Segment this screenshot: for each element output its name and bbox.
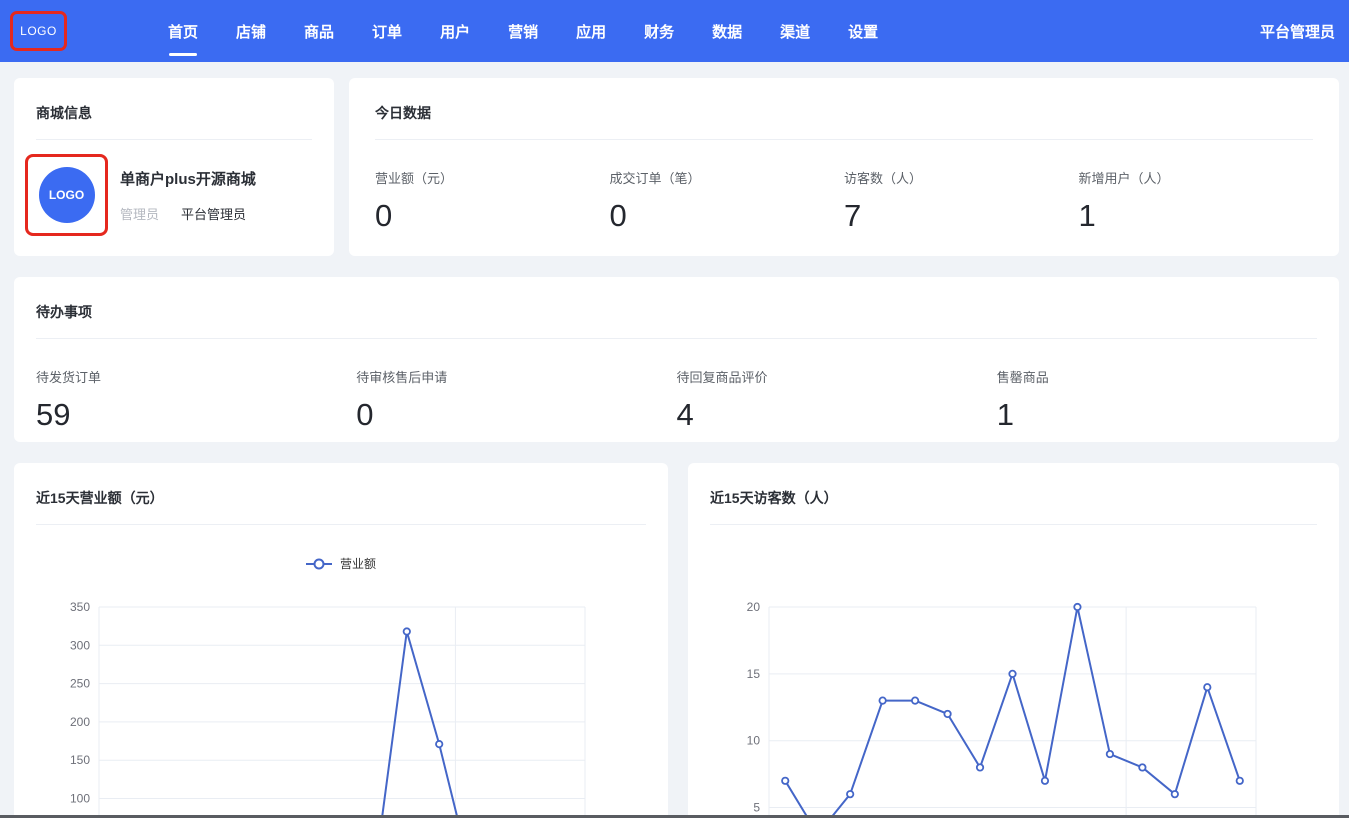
top-navbar: LOGO 首页 店铺 商品 订单 用户 营销 应用 财务 数据 渠道 设置 平台… — [0, 0, 1349, 62]
dashboard-content: 商城信息 LOGO 单商户plus开源商城 管理员 平台管理员 今日数据 — [0, 62, 1349, 818]
stat-pending-reviews: 待回复商品评价 4 — [677, 367, 997, 433]
nav-item-app[interactable]: 应用 — [576, 0, 606, 62]
svg-text:100: 100 — [70, 792, 90, 806]
todo-card: 待办事项 待发货订单 59 待审核售后申请 0 待回复商品评价 4 售罄商品 1 — [14, 277, 1339, 442]
visitors-chart-card: 近15天访客数（人） 20151050 — [688, 463, 1339, 818]
stat-value: 0 — [375, 198, 610, 234]
stat-label: 访客数（人） — [844, 168, 1079, 187]
line-series-icon — [306, 563, 332, 565]
nav-item-home[interactable]: 首页 — [168, 0, 198, 62]
stat-value: 4 — [677, 397, 997, 433]
stat-new-users: 新增用户（人） 1 — [1079, 168, 1314, 234]
svg-text:10: 10 — [747, 734, 761, 748]
stat-label: 售罄商品 — [997, 367, 1317, 386]
shop-logo-avatar[interactable]: LOGO — [39, 167, 95, 223]
revenue-chart-title: 近15天营业额（元） — [14, 463, 668, 524]
revenue-chart-card: 近15天营业额（元） 营业额 350300250200150100500 — [14, 463, 668, 818]
shop-info-title: 商城信息 — [14, 78, 334, 139]
logo-annotation-box: LOGO — [10, 11, 67, 51]
nav-item-finance[interactable]: 财务 — [644, 0, 674, 62]
revenue-line-chart: 350300250200150100500 — [14, 583, 668, 818]
stat-label: 待回复商品评价 — [677, 367, 997, 386]
stat-label: 营业额（元） — [375, 168, 610, 187]
today-data-title: 今日数据 — [349, 78, 1339, 139]
nav-item-marketing[interactable]: 营销 — [508, 0, 538, 62]
stat-value: 1 — [997, 397, 1317, 433]
navbar-logo[interactable]: LOGO — [20, 24, 57, 38]
svg-text:300: 300 — [70, 638, 90, 652]
legend-label: 营业额 — [340, 555, 376, 572]
stat-value: 0 — [610, 198, 845, 234]
stat-pending-shipments: 待发货订单 59 — [36, 367, 356, 433]
divider — [36, 524, 646, 525]
stat-visitors: 访客数（人） 7 — [844, 168, 1079, 234]
stat-value: 1 — [1079, 198, 1314, 234]
today-data-card: 今日数据 营业额（元） 0 成交订单（笔） 0 访客数（人） 7 新增用户（人）… — [349, 78, 1339, 256]
stat-label: 新增用户（人） — [1079, 168, 1314, 187]
divider — [710, 524, 1317, 525]
svg-text:15: 15 — [747, 667, 761, 681]
shop-name: 单商户plus开源商城 — [120, 168, 256, 189]
main-nav: 首页 店铺 商品 订单 用户 营销 应用 财务 数据 渠道 设置 — [168, 0, 878, 62]
stat-orders: 成交订单（笔） 0 — [610, 168, 845, 234]
nav-item-data[interactable]: 数据 — [712, 0, 742, 62]
svg-text:20: 20 — [747, 600, 761, 614]
role-value: 平台管理员 — [181, 204, 246, 223]
nav-item-shop[interactable]: 店铺 — [236, 0, 266, 62]
shop-info-card: 商城信息 LOGO 单商户plus开源商城 管理员 平台管理员 — [14, 78, 334, 256]
stat-label: 待发货订单 — [36, 367, 356, 386]
svg-text:350: 350 — [70, 600, 90, 614]
svg-text:5: 5 — [753, 801, 760, 815]
visitors-chart-title: 近15天访客数（人） — [688, 463, 1339, 524]
chart-legend[interactable]: 营业额 — [14, 555, 668, 572]
avatar-annotation-box: LOGO — [25, 154, 108, 236]
stat-value: 7 — [844, 198, 1079, 234]
visitors-line-chart: 20151050 — [688, 583, 1339, 818]
navbar-user-admin[interactable]: 平台管理员 — [1260, 0, 1335, 62]
stat-value: 0 — [356, 397, 676, 433]
stat-revenue: 营业额（元） 0 — [375, 168, 610, 234]
nav-item-settings[interactable]: 设置 — [848, 0, 878, 62]
stat-label: 成交订单（笔） — [610, 168, 845, 187]
nav-item-order[interactable]: 订单 — [372, 0, 402, 62]
stat-sold-out: 售罄商品 1 — [997, 367, 1317, 433]
todo-title: 待办事项 — [14, 277, 1339, 338]
nav-item-goods[interactable]: 商品 — [304, 0, 334, 62]
stat-pending-aftersales: 待审核售后申请 0 — [356, 367, 676, 433]
stat-label: 待审核售后申请 — [356, 367, 676, 386]
svg-text:150: 150 — [70, 753, 90, 767]
svg-text:250: 250 — [70, 677, 90, 691]
svg-text:200: 200 — [70, 715, 90, 729]
stat-value: 59 — [36, 397, 356, 433]
nav-item-user[interactable]: 用户 — [440, 0, 470, 62]
nav-item-channel[interactable]: 渠道 — [780, 0, 810, 62]
role-label: 管理员 — [120, 204, 159, 223]
